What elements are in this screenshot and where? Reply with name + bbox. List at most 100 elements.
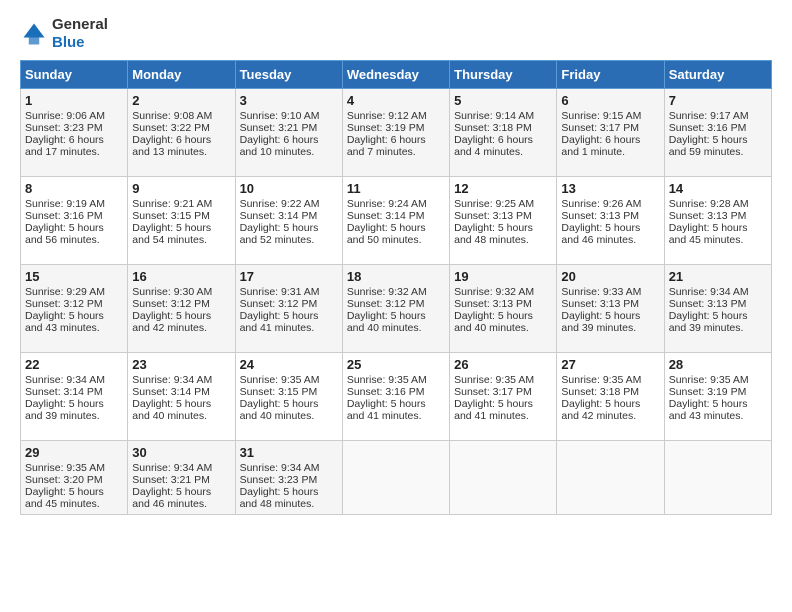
calendar-row-4: 29Sunrise: 9:35 AMSunset: 3:20 PMDayligh… [21,441,772,515]
calendar-cell: 11Sunrise: 9:24 AMSunset: 3:14 PMDayligh… [342,177,449,265]
sunset-time: Sunset: 3:23 PM [25,122,123,134]
daylight-hours: Daylight: 5 hours and 41 minutes. [454,398,552,422]
calendar-cell: 23 Sunrise: 9:34 AMSunset: 3:14 PMDayligh… [128,353,235,441]
daylight-hours: Daylight: 5 hours and 41 minutes. [347,398,445,422]
daylight-hours: Daylight: 5 hours and 56 minutes. [25,222,123,246]
calendar-cell: 15Sunrise: 9:29 AMSunset: 3:12 PMDayligh… [21,265,128,353]
calendar-cell: 7Sunrise: 9:17 AMSunset: 3:16 PMDaylight… [664,89,771,177]
sunrise-time: Sunrise: 9:29 AM [25,286,123,298]
sunrise-time: Sunrise: 9:32 AM [347,286,445,298]
sunrise-time: Sunrise: 9:19 AM [25,198,123,210]
daylight-hours: Daylight: 5 hours and 45 minutes. [25,486,123,510]
daylight-hours: Daylight: 5 hours and 43 minutes. [25,310,123,334]
logo-general: General [52,16,108,33]
sunrise-time: Sunrise: 9:33 AM [561,286,659,298]
calendar-cell: 26Sunrise: 9:35 AMSunset: 3:17 PMDayligh… [450,353,557,441]
calendar-cell: 25Sunrise: 9:35 AMSunset: 3:16 PMDayligh… [342,353,449,441]
sunrise-time: Sunrise: 9:34 AM [132,374,230,386]
calendar-body: 1Sunrise: 9:06 AMSunset: 3:23 PMDaylight… [21,89,772,515]
sunset-time: Sunset: 3:16 PM [25,210,123,222]
calendar-cell: 18Sunrise: 9:32 AMSunset: 3:12 PMDayligh… [342,265,449,353]
sunset-time: Sunset: 3:17 PM [561,122,659,134]
calendar-row-0: 1Sunrise: 9:06 AMSunset: 3:23 PMDaylight… [21,89,772,177]
daylight-hours: Daylight: 5 hours and 39 minutes. [561,310,659,334]
sunrise-time: Sunrise: 9:06 AM [25,110,123,122]
calendar-cell [557,441,664,515]
sunrise-time: Sunrise: 9:35 AM [454,374,552,386]
sunrise-time: Sunrise: 9:34 AM [240,462,338,474]
sunrise-time: Sunrise: 9:17 AM [669,110,767,122]
sunset-time: Sunset: 3:13 PM [454,298,552,310]
day-number: 25 [347,357,445,372]
calendar-cell: 9 Sunrise: 9:21 AMSunset: 3:15 PMDaylight… [128,177,235,265]
calendar-row-2: 15Sunrise: 9:29 AMSunset: 3:12 PMDayligh… [21,265,772,353]
calendar-cell: 28Sunrise: 9:35 AMSunset: 3:19 PMDayligh… [664,353,771,441]
day-number: 7 [669,93,767,108]
logo-icon [20,20,48,48]
logo-blue: Blue [52,34,85,51]
sunrise-time: Sunrise: 9:26 AM [561,198,659,210]
sunrise-time: Sunrise: 9:15 AM [561,110,659,122]
calendar-cell: 20Sunrise: 9:33 AMSunset: 3:13 PMDayligh… [557,265,664,353]
calendar-cell: 31Sunrise: 9:34 AMSunset: 3:23 PMDayligh… [235,441,342,515]
calendar-cell: 21Sunrise: 9:34 AMSunset: 3:13 PMDayligh… [664,265,771,353]
sunset-time: Sunset: 3:19 PM [669,386,767,398]
daylight-hours: Daylight: 5 hours and 46 minutes. [132,486,230,510]
calendar-cell: 17Sunrise: 9:31 AMSunset: 3:12 PMDayligh… [235,265,342,353]
daylight-hours: Daylight: 5 hours and 39 minutes. [25,398,123,422]
day-number: 9 [132,181,230,196]
header-row: SundayMondayTuesdayWednesdayThursdayFrid… [21,61,772,89]
sunset-time: Sunset: 3:14 PM [347,210,445,222]
logo-text: General Blue [52,16,108,52]
sunset-time: Sunset: 3:16 PM [669,122,767,134]
header-wednesday: Wednesday [342,61,449,89]
sunrise-time: Sunrise: 9:34 AM [25,374,123,386]
daylight-hours: Daylight: 6 hours and 13 minutes. [132,134,230,158]
day-number: 30 [132,445,230,460]
sunrise-time: Sunrise: 9:10 AM [240,110,338,122]
calendar-cell: 4Sunrise: 9:12 AMSunset: 3:19 PMDaylight… [342,89,449,177]
daylight-hours: Daylight: 5 hours and 42 minutes. [561,398,659,422]
sunset-time: Sunset: 3:13 PM [561,298,659,310]
sunset-time: Sunset: 3:15 PM [132,210,230,222]
sunrise-time: Sunrise: 9:22 AM [240,198,338,210]
daylight-hours: Daylight: 5 hours and 50 minutes. [347,222,445,246]
logo: General Blue [20,16,108,52]
daylight-hours: Daylight: 5 hours and 45 minutes. [669,222,767,246]
calendar-cell: 8 Sunrise: 9:19 AMSunset: 3:16 PMDaylight… [21,177,128,265]
day-number: 23 [132,357,230,372]
day-number: 8 [25,181,123,196]
daylight-hours: Daylight: 5 hours and 40 minutes. [132,398,230,422]
calendar-cell: 19Sunrise: 9:32 AMSunset: 3:13 PMDayligh… [450,265,557,353]
sunrise-time: Sunrise: 9:35 AM [561,374,659,386]
sunset-time: Sunset: 3:20 PM [25,474,123,486]
calendar-header: SundayMondayTuesdayWednesdayThursdayFrid… [21,61,772,89]
sunrise-time: Sunrise: 9:30 AM [132,286,230,298]
daylight-hours: Daylight: 5 hours and 54 minutes. [132,222,230,246]
sunrise-time: Sunrise: 9:21 AM [132,198,230,210]
sunset-time: Sunset: 3:12 PM [240,298,338,310]
sunset-time: Sunset: 3:21 PM [240,122,338,134]
sunset-time: Sunset: 3:14 PM [132,386,230,398]
daylight-hours: Daylight: 5 hours and 48 minutes. [240,486,338,510]
daylight-hours: Daylight: 6 hours and 1 minute. [561,134,659,158]
day-number: 16 [132,269,230,284]
day-number: 29 [25,445,123,460]
sunset-time: Sunset: 3:12 PM [132,298,230,310]
day-number: 13 [561,181,659,196]
sunset-time: Sunset: 3:12 PM [347,298,445,310]
calendar-cell [342,441,449,515]
sunrise-time: Sunrise: 9:25 AM [454,198,552,210]
header-saturday: Saturday [664,61,771,89]
day-number: 22 [25,357,123,372]
sunset-time: Sunset: 3:13 PM [454,210,552,222]
header-tuesday: Tuesday [235,61,342,89]
calendar-cell: 10Sunrise: 9:22 AMSunset: 3:14 PMDayligh… [235,177,342,265]
sunrise-time: Sunrise: 9:31 AM [240,286,338,298]
daylight-hours: Daylight: 6 hours and 7 minutes. [347,134,445,158]
sunrise-time: Sunrise: 9:35 AM [347,374,445,386]
daylight-hours: Daylight: 5 hours and 46 minutes. [561,222,659,246]
header-friday: Friday [557,61,664,89]
sunset-time: Sunset: 3:17 PM [454,386,552,398]
daylight-hours: Daylight: 5 hours and 40 minutes. [240,398,338,422]
